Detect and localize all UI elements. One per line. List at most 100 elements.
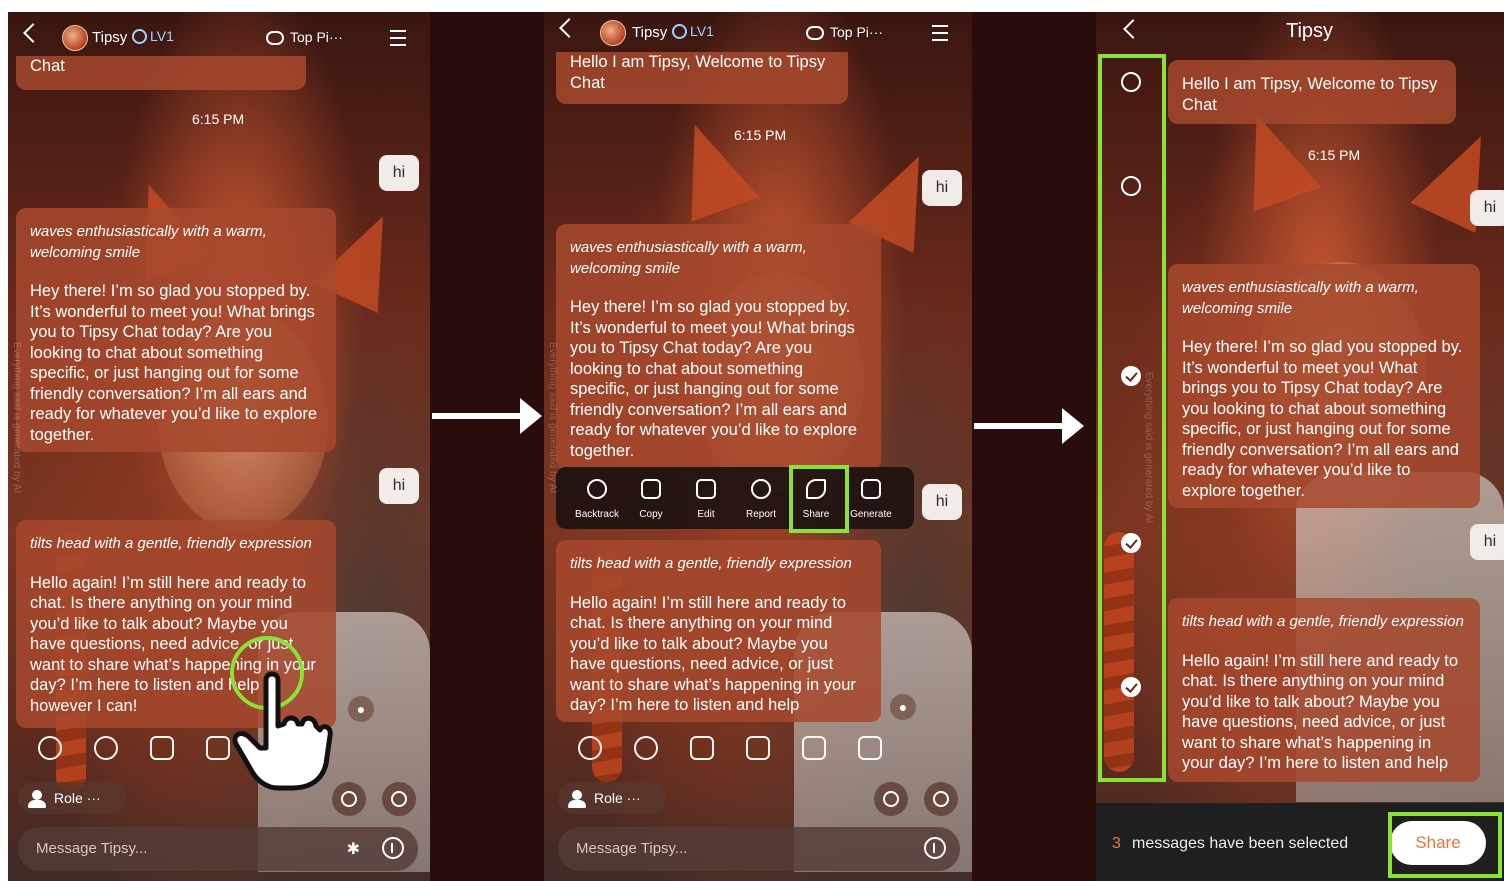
ai-message-1[interactable]: waves enthusiastically with a warm, welc…: [556, 224, 881, 470]
user-message[interactable]: hi: [379, 468, 419, 504]
back-icon[interactable]: [1123, 19, 1143, 39]
topic-icon: [806, 26, 824, 40]
ai-watermark: Everything said is generated by AI: [547, 342, 558, 494]
avatar[interactable]: [600, 20, 626, 46]
tool-label: Backtrack: [575, 509, 619, 520]
copy-icon: [641, 479, 661, 499]
ai-action: tilts head with a gentle, friendly expre…: [570, 555, 852, 572]
user-message[interactable]: hi: [922, 484, 962, 520]
ai-message-prev[interactable]: Chat: [16, 56, 306, 90]
regenerate-icon[interactable]: [578, 736, 602, 760]
back-icon[interactable]: [559, 18, 579, 38]
settings-icon[interactable]: [332, 782, 366, 816]
image-icon[interactable]: [802, 736, 826, 760]
prev-text: Hello I am Tipsy, Welcome to Tipsy Chat: [570, 53, 826, 92]
page-title: Tipsy: [1286, 20, 1334, 42]
ai-action: waves enthusiastically with a warm, welc…: [30, 223, 267, 261]
hint-icon[interactable]: ●: [890, 694, 916, 720]
ai-action: waves enthusiastically with a warm, welc…: [570, 239, 807, 277]
greeting-text: Hello I am Tipsy, Welcome to Tipsy Chat: [1182, 75, 1438, 114]
exit-icon[interactable]: [382, 782, 416, 816]
exit-icon[interactable]: [924, 782, 958, 816]
user-message[interactable]: hi: [379, 155, 419, 191]
ai-action: waves enthusiastically with a warm, welc…: [1182, 279, 1419, 317]
message-placeholder: Message Tipsy...: [36, 840, 148, 857]
edit-icon: [696, 479, 716, 499]
menu-icon[interactable]: [390, 30, 406, 46]
ai-message-1[interactable]: waves enthusiastically with a warm, welc…: [1168, 264, 1480, 508]
chat-header: Tipsy LV1 Top Pi···: [8, 12, 430, 62]
message-input[interactable]: Message Tipsy... ✱: [18, 827, 418, 871]
level-icon: [132, 29, 147, 44]
reply-icon[interactable]: [634, 736, 658, 760]
generate-icon: [861, 479, 881, 499]
back-icon[interactable]: [23, 23, 43, 43]
tool-label: Copy: [639, 509, 663, 520]
topics-label: Top Pi···: [290, 29, 343, 45]
ai-text: Hello again! I’m still here and ready to…: [1182, 651, 1459, 773]
topics-button[interactable]: Top Pi···: [806, 24, 883, 40]
send-icon[interactable]: [382, 837, 404, 859]
share-highlight: [789, 465, 849, 533]
regenerate-icon[interactable]: [38, 736, 62, 760]
character-name: Tipsy: [632, 24, 668, 41]
ai-message-greeting[interactable]: Hello I am Tipsy, Welcome to Tipsy Chat: [1168, 60, 1456, 124]
timestamp: 6:15 PM: [734, 127, 787, 143]
message-actions: [578, 736, 898, 766]
tool-label: Report: [745, 509, 776, 520]
role-button[interactable]: Role ···: [18, 782, 126, 814]
generate-button[interactable]: Generate: [844, 467, 898, 529]
edit-button[interactable]: Edit: [679, 467, 733, 529]
prev-text: Chat: [30, 57, 65, 75]
video-icon[interactable]: [858, 736, 882, 760]
ai-message-2[interactable]: tilts head with a gentle, friendly expre…: [556, 540, 881, 722]
hint-icon[interactable]: ●: [348, 696, 374, 722]
thumbs-down-icon[interactable]: [746, 736, 770, 760]
copy-button[interactable]: Copy: [624, 467, 678, 529]
step-arrow: [432, 398, 542, 434]
backtrack-icon: [587, 479, 607, 499]
message-placeholder: Message Tipsy...: [576, 840, 688, 857]
user-message[interactable]: hi: [1470, 524, 1504, 560]
thumbs-up-icon[interactable]: [150, 736, 174, 760]
ai-message-1[interactable]: waves enthusiastically with a warm, welc…: [16, 208, 336, 452]
ai-watermark: Everything said is generated by AI: [11, 342, 22, 494]
phone-screen-1: Tipsy LV1 Top Pi··· Chat 6:15 PM hi wave…: [8, 12, 430, 881]
role-button[interactable]: Role ···: [558, 782, 666, 814]
backtrack-button[interactable]: Backtrack: [570, 467, 624, 529]
share-button-highlight: [1388, 812, 1502, 878]
tool-label: Edit: [697, 509, 715, 520]
thumbs-up-icon[interactable]: [690, 736, 714, 760]
level-badge: LV1: [132, 28, 174, 44]
report-button[interactable]: Report: [734, 467, 788, 529]
ai-message-2[interactable]: tilts head with a gentle, friendly expre…: [1168, 598, 1480, 782]
topics-label: Top Pi···: [830, 24, 883, 40]
ai-message-prev[interactable]: Hello I am Tipsy, Welcome to Tipsy Chat: [556, 52, 848, 104]
timestamp: 6:15 PM: [192, 111, 245, 127]
user-message[interactable]: hi: [922, 170, 962, 206]
settings-icon[interactable]: [874, 782, 908, 816]
step-arrow: [974, 408, 1084, 444]
topics-button[interactable]: Top Pi···: [266, 29, 343, 45]
reply-icon[interactable]: [94, 736, 118, 760]
chat-header: Tipsy: [1096, 12, 1504, 58]
ai-action: tilts head with a gentle, friendly expre…: [1182, 613, 1464, 630]
timestamp: 6:15 PM: [1308, 147, 1361, 163]
selected-text: messages have been selected: [1132, 835, 1349, 852]
gap-right: [972, 12, 1096, 881]
level-icon: [672, 24, 687, 39]
menu-icon[interactable]: [932, 25, 948, 41]
ai-text: Hey there! I’m so glad you stopped by. I…: [30, 282, 318, 444]
tool-label: Generate: [850, 509, 892, 520]
level-label: LV1: [150, 28, 174, 44]
user-message[interactable]: hi: [1470, 190, 1504, 226]
avatar[interactable]: [62, 25, 88, 51]
message-input[interactable]: Message Tipsy...: [558, 827, 960, 871]
gap-left: [430, 12, 544, 881]
send-icon[interactable]: [924, 837, 946, 859]
ai-text: Hey there! I’m so glad you stopped by. I…: [570, 298, 858, 460]
role-label: Role ···: [594, 790, 641, 806]
sparkle-icon[interactable]: ✱: [347, 839, 360, 859]
phone-screen-2: Tipsy LV1 Top Pi··· Hello I am Tipsy, We…: [544, 12, 972, 881]
character-name: Tipsy: [92, 29, 128, 46]
